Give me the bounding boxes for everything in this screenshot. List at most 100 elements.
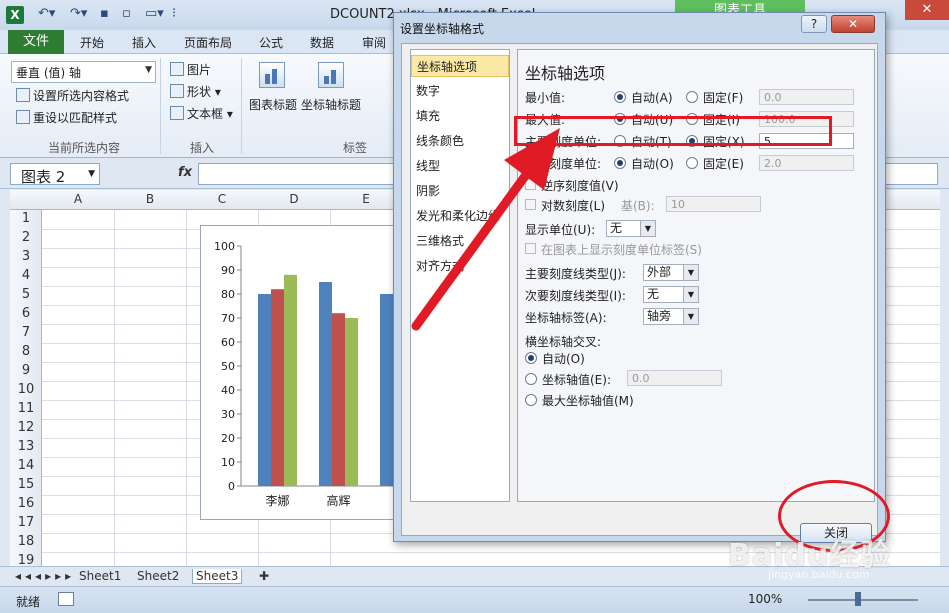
undo-icon[interactable]: ↶▾ (38, 6, 55, 21)
row-header[interactable]: 5 (10, 287, 42, 302)
show-units-checkbox[interactable] (525, 243, 536, 254)
axis-labels-select[interactable]: 轴旁 ▼ (643, 308, 699, 325)
cross-auto-radio[interactable] (525, 352, 537, 364)
row-header[interactable]: 1 (10, 211, 42, 226)
reset-style-button[interactable]: 重设以匹配样式 (16, 109, 117, 126)
tab-insert[interactable]: 插入 (132, 34, 156, 51)
nav-item[interactable]: 数字 (411, 80, 509, 102)
cross-value-label: 坐标轴值(E): (542, 373, 611, 387)
column-header-e[interactable]: E (330, 192, 402, 206)
insert-shapes-button[interactable]: 形状 ▾ (170, 83, 221, 100)
macro-record-icon[interactable] (58, 592, 74, 606)
row-header[interactable]: 2 (10, 230, 42, 245)
cross-max-label: 最大坐标轴值(M) (542, 394, 634, 408)
row-header[interactable]: 18 (10, 534, 42, 549)
dialog-help-button[interactable]: ? (801, 15, 827, 33)
reset-style-label: 重设以匹配样式 (33, 111, 118, 125)
nav-item[interactable]: 阴影 (411, 180, 509, 202)
nav-item[interactable]: 坐标轴选项 (411, 55, 509, 77)
column-header-c[interactable]: C (186, 192, 258, 206)
save-icon[interactable]: ▪ (100, 6, 109, 21)
axis-titles-button[interactable]: 坐标轴标题 (301, 96, 361, 113)
insert-textbox-button[interactable]: 文本框 ▾ (170, 105, 233, 122)
nav-item[interactable]: 线条颜色 (411, 130, 509, 152)
zoom-slider-thumb[interactable] (855, 592, 861, 606)
tab-file[interactable]: 文件 (8, 30, 64, 54)
nav-item[interactable]: 线型 (411, 155, 509, 177)
insert-sheet-icon[interactable]: ✚ (256, 569, 272, 583)
tab-review[interactable]: 审阅 (362, 34, 386, 51)
row-header[interactable]: 8 (10, 344, 42, 359)
format-selection-button[interactable]: 设置所选内容格式 (16, 87, 129, 104)
customize-toolbar-icon[interactable]: ⁝ (172, 6, 176, 21)
tab-home[interactable]: 开始 (80, 34, 104, 51)
picture-icon (170, 62, 184, 76)
row-header[interactable]: 16 (10, 496, 42, 511)
sheet-tab-sheet2[interactable]: Sheet2 (134, 569, 182, 583)
window-close-button[interactable]: ✕ (905, 0, 949, 20)
min-auto-radio[interactable] (614, 91, 626, 103)
sheet-navigation-arrows[interactable]: ◂◂◂▸▸▸ (12, 569, 78, 583)
axis-labels-value: 轴旁 (647, 309, 672, 323)
dialog-close-x-button[interactable]: ✕ (831, 15, 875, 33)
row-header[interactable]: 6 (10, 306, 42, 321)
row-header[interactable]: 12 (10, 420, 42, 435)
display-units-select[interactable]: 无 ▼ (606, 220, 656, 237)
name-box[interactable]: 图表 2 ▼ (10, 163, 100, 186)
min-fixed-radio[interactable] (686, 91, 698, 103)
chevron-down-icon: ▼ (88, 169, 95, 179)
row-header[interactable]: 19 (10, 553, 42, 566)
column-header-a[interactable]: A (42, 192, 114, 206)
row-header[interactable]: 9 (10, 363, 42, 378)
cross-value-radio[interactable] (525, 373, 537, 385)
nav-item[interactable]: 三维格式 (411, 230, 509, 252)
row-header[interactable]: 3 (10, 249, 42, 264)
tab-page-layout[interactable]: 页面布局 (184, 34, 232, 51)
insert-picture-button[interactable]: 图片 (170, 61, 211, 78)
row-header[interactable]: 15 (10, 477, 42, 492)
minor-tick-select[interactable]: 无 ▼ (643, 286, 699, 303)
zoom-slider[interactable] (808, 599, 918, 601)
zoom-level[interactable]: 100% (748, 592, 782, 606)
row-header[interactable]: 14 (10, 458, 42, 473)
cross-value-field[interactable]: 0.0 (627, 370, 722, 386)
open-folder-icon[interactable]: ▭▾ (145, 6, 164, 21)
column-header-b[interactable]: B (114, 192, 186, 206)
nav-item[interactable]: 填充 (411, 105, 509, 127)
nav-item[interactable]: 发光和柔化边缘 (411, 205, 509, 227)
chart-element-select[interactable]: 垂直 (值) 轴 ▼ (11, 61, 156, 83)
new-document-icon[interactable]: ▫ (122, 6, 131, 21)
embedded-chart[interactable]: 0102030405060708090100李娜高辉宋 (200, 225, 411, 520)
row-header[interactable]: 10 (10, 382, 42, 397)
major-tick-label: 主要刻度线类型(J): (525, 267, 626, 281)
redo-icon[interactable]: ↷▾ (70, 6, 87, 21)
major-tick-select[interactable]: 外部 ▼ (643, 264, 699, 281)
cross-max-radio[interactable] (525, 394, 537, 406)
row-header[interactable]: 11 (10, 401, 42, 416)
reverse-order-checkbox[interactable] (525, 179, 536, 190)
chart-bar (258, 294, 271, 486)
insert-picture-label: 图片 (187, 63, 212, 77)
row-header[interactable]: 13 (10, 439, 42, 454)
minor-auto-radio[interactable] (614, 157, 626, 169)
nav-item[interactable]: 对齐方式 (411, 255, 509, 277)
insert-shapes-label: 形状 (187, 85, 212, 99)
chart-title-button[interactable]: 图表标题 (249, 96, 297, 113)
insert-function-icon[interactable]: fx (178, 165, 192, 180)
row-header[interactable]: 17 (10, 515, 42, 530)
sheet-tab-sheet1[interactable]: Sheet1 (76, 569, 124, 583)
row-header[interactable]: 4 (10, 268, 42, 283)
row-header[interactable]: 7 (10, 325, 42, 340)
column-header-d[interactable]: D (258, 192, 330, 206)
sheet-tab-sheet3[interactable]: Sheet3 (192, 569, 243, 584)
log-scale-checkbox[interactable] (525, 199, 536, 210)
chart-title-label: 图表标题 (249, 98, 298, 112)
tab-data[interactable]: 数据 (310, 34, 334, 51)
min-value-field[interactable]: 0.0 (759, 89, 854, 105)
tab-formulas[interactable]: 公式 (259, 34, 283, 51)
minor-unit-field[interactable]: 2.0 (759, 155, 854, 171)
minor-fixed-radio[interactable] (686, 157, 698, 169)
y-tick-label: 100 (214, 240, 235, 253)
log-base-field[interactable]: 10 (666, 196, 761, 212)
chart-bar (332, 313, 345, 486)
